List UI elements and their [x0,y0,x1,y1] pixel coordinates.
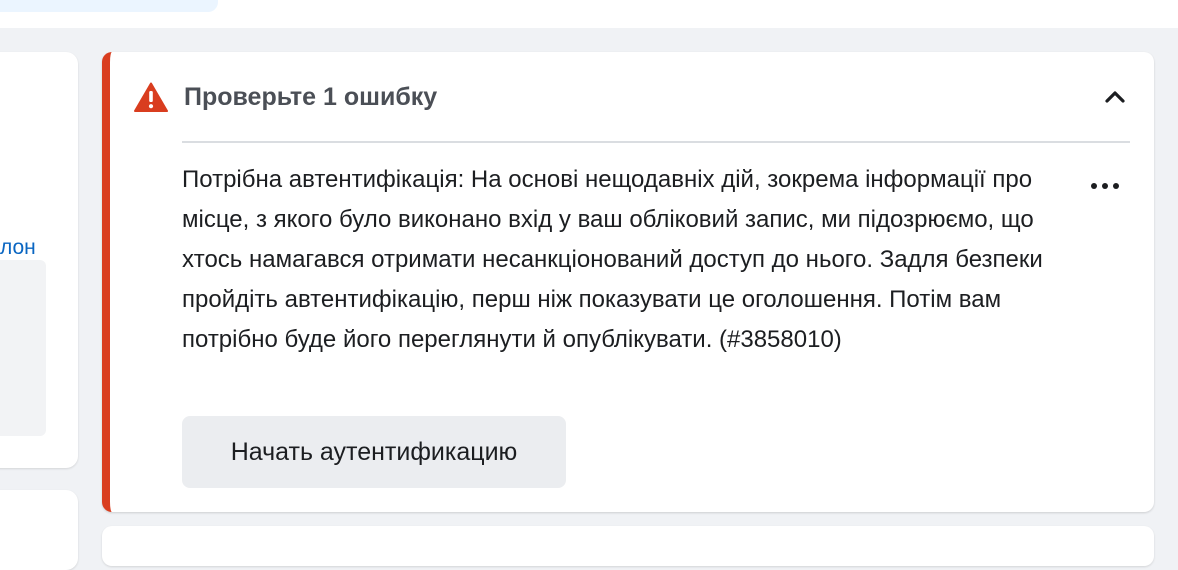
chevron-up-icon[interactable] [1100,82,1130,112]
warning-triangle-icon [134,82,168,112]
more-horizontal-icon[interactable] [1088,174,1122,198]
error-message: Потрібна автентифікація: На основі нещод… [182,166,1043,353]
error-panel-header[interactable]: Проверьте 1 ошибку [134,76,1134,120]
error-panel-divider [182,141,1130,143]
left-panel-card: лон [0,52,78,468]
next-panel-card [102,526,1154,566]
left-panel-link[interactable]: лон [0,236,36,260]
error-panel-title: Проверьте 1 ошибку [184,83,438,111]
error-panel: Проверьте 1 ошибку Потрібна автентифікац… [102,52,1154,512]
left-panel-card-secondary [0,490,78,570]
left-panel-preview-box [0,260,46,436]
start-authentication-button[interactable]: Начать аутентификацию [182,416,566,488]
top-bar [0,0,1178,28]
top-bar-search-pill[interactable] [0,0,218,12]
